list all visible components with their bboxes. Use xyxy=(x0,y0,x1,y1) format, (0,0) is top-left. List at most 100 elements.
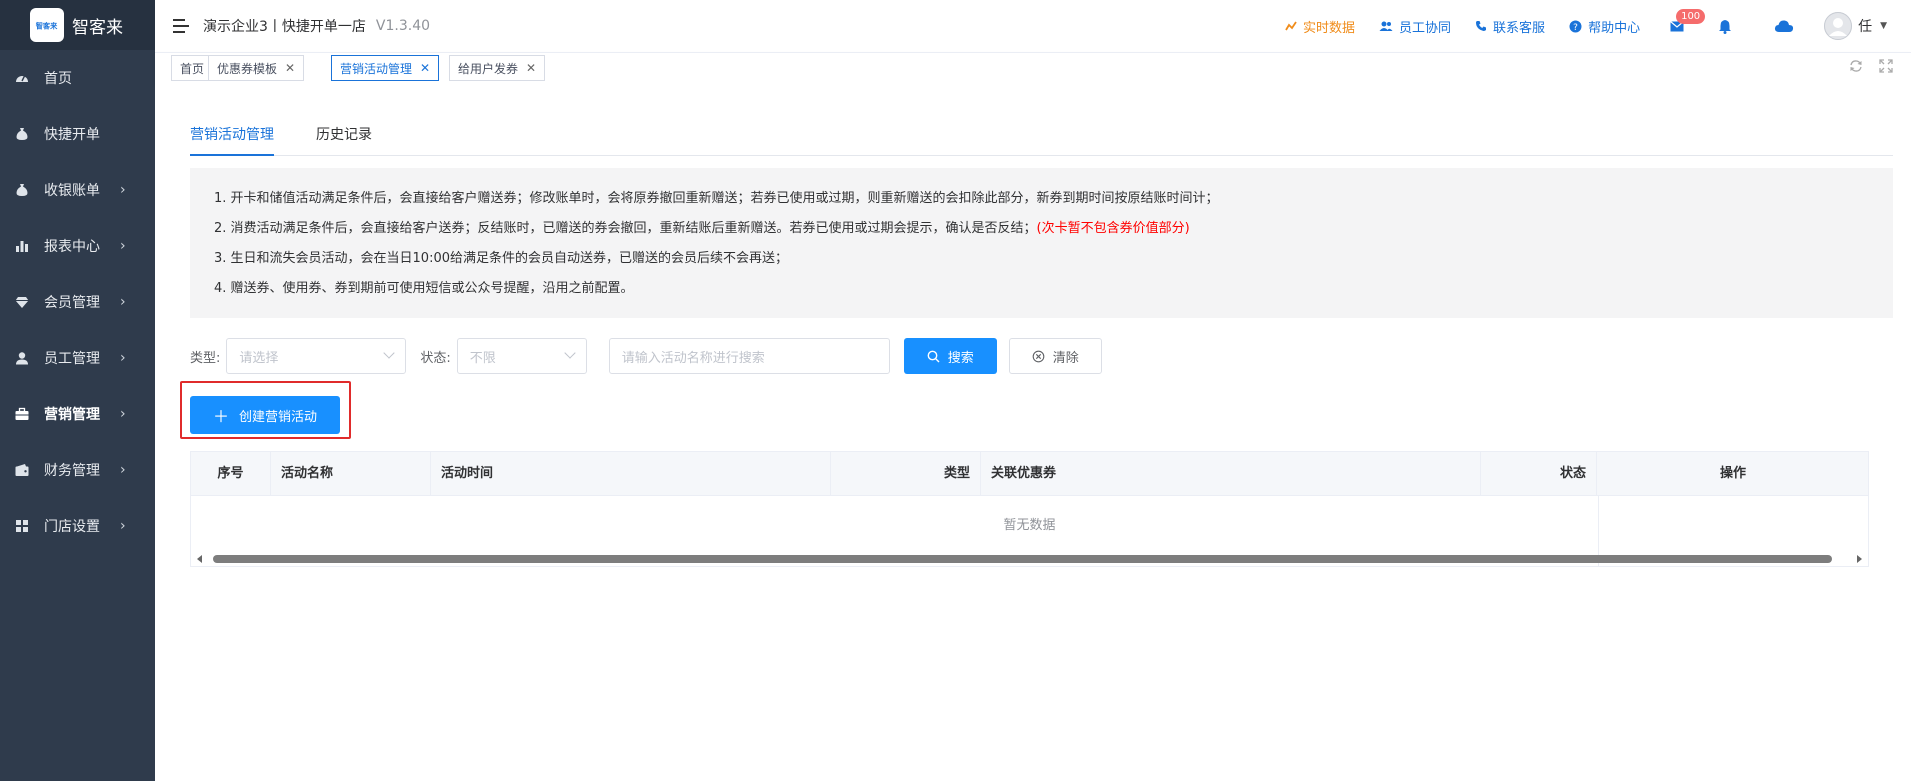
realtime-data-label: 实时数据 xyxy=(1303,20,1356,36)
search-button-label: 搜索 xyxy=(947,350,974,366)
chevron-down-icon xyxy=(383,347,396,359)
notice-line-3: 3. 生日和流失会员活动，会在当日10:00给满足条件的会员自动送券，已赠送的会… xyxy=(214,251,789,266)
create-campaign-label: 创建营销活动 xyxy=(239,409,318,425)
avatar xyxy=(1824,12,1853,40)
logo-badge-text: 智客来 xyxy=(36,22,58,31)
sidebar: 智客来 智客来 首页 快捷开单 收银账单 › 报表中心 › 会员管理 › 员工管理 › 营销管理 › 财… xyxy=(0,0,155,781)
tag-3[interactable]: 给用户发券 ✕ xyxy=(449,55,546,81)
tag-label: 营销活动管理 xyxy=(340,61,413,76)
avatar-user-icon xyxy=(1824,12,1853,40)
tag-1[interactable]: 优惠券模板 ✕ xyxy=(208,55,305,81)
cloud-button[interactable] xyxy=(1774,19,1794,33)
chevron-right-icon: › xyxy=(120,406,126,422)
sidebar-item-6[interactable]: 营销管理 › xyxy=(0,386,155,442)
table-horizontal-scrollbar[interactable] xyxy=(191,552,1868,566)
help-icon: ? xyxy=(1569,20,1582,33)
close-icon[interactable]: ✕ xyxy=(420,61,430,75)
type-label: 类型: xyxy=(190,350,221,366)
sidebar-item-2[interactable]: 收银账单 › xyxy=(0,162,155,218)
sidebar-item-7[interactable]: 财务管理 › xyxy=(0,442,155,498)
chevron-right-icon: › xyxy=(120,462,126,478)
chevron-right-icon: › xyxy=(120,238,126,254)
refresh-icon[interactable] xyxy=(1849,59,1863,77)
caret-down-icon: ▼ xyxy=(1880,21,1887,31)
type-select[interactable]: 请选择 xyxy=(226,338,407,374)
col-activity-name: 活动名称 xyxy=(271,452,431,496)
sidebar-item-label: 财务管理 xyxy=(44,463,100,479)
search-icon xyxy=(927,350,940,362)
sidebar-item-label: 收银账单 xyxy=(44,183,100,199)
contact-service-link[interactable]: 联系客服 xyxy=(1475,17,1545,36)
brand-logo[interactable]: 智客来 智客来 xyxy=(0,0,155,50)
help-center-link[interactable]: ? 帮助中心 xyxy=(1569,17,1640,36)
tab-history[interactable]: 历史记录 xyxy=(316,120,372,156)
money-bag-icon xyxy=(14,126,30,142)
menu-toggle-icon[interactable] xyxy=(173,19,189,33)
scrollbar-thumb[interactable] xyxy=(213,555,1832,563)
staff-collab-label: 员工协同 xyxy=(1399,20,1452,36)
sidebar-menu: 首页 快捷开单 收银账单 › 报表中心 › 会员管理 › 员工管理 › 营销管理 › 财务管理 › 门店设置… xyxy=(0,50,155,554)
notice-box: 1. 开卡和储值活动满足条件后，会直接给客户赠送券；修改账单时，会将原券撤回重新… xyxy=(190,168,1893,318)
sidebar-item-0[interactable]: 首页 xyxy=(0,50,155,106)
col-actions: 操作 xyxy=(1719,466,1746,481)
table-header: 序号 活动名称 活动时间 类型 关联优惠券 状态 操作 xyxy=(191,452,1868,496)
notice-line-2-text: 2. 消费活动满足条件后，会直接给客户送券；反结账时，已赠送的券会撤回，重新结账… xyxy=(214,221,1037,236)
sidebar-item-8[interactable]: 门店设置 › xyxy=(0,498,155,554)
status-select[interactable]: 不限 xyxy=(456,338,587,374)
bar-chart-icon xyxy=(14,238,30,254)
close-icon[interactable]: ✕ xyxy=(285,61,295,75)
sidebar-item-4[interactable]: 会员管理 › xyxy=(0,274,155,330)
tags-view-bar: 首页 优惠券模板 ✕ 营销活动管理 ✕ 给用户发券 ✕ xyxy=(155,52,1911,84)
chevron-down-icon xyxy=(564,347,576,359)
scroll-left-icon[interactable] xyxy=(197,555,202,563)
activity-search-input[interactable]: 请输入活动名称进行搜索 xyxy=(608,338,890,374)
money-bag-icon xyxy=(14,182,30,198)
sidebar-item-1[interactable]: 快捷开单 xyxy=(0,106,155,162)
chevron-right-icon: › xyxy=(120,294,126,310)
diamond-icon xyxy=(14,294,30,310)
tag-2[interactable]: 营销活动管理 ✕ xyxy=(331,55,440,81)
company-name: 演示企业3丨快捷开单一店 xyxy=(203,19,366,35)
sidebar-item-3[interactable]: 报表中心 › xyxy=(0,218,155,274)
svg-text:?: ? xyxy=(1573,23,1578,33)
mail-button[interactable]: 100 xyxy=(1670,8,1706,32)
col-coupons: 关联优惠券 xyxy=(981,452,1481,496)
notice-line-4: 4. 赠送券、使用券、券到期前可使用短信或公众号提醒，沿用之前配置。 xyxy=(214,281,634,296)
contact-service-label: 联系客服 xyxy=(1493,20,1546,36)
sidebar-item-label: 快捷开单 xyxy=(44,127,100,143)
notice-line-2: 2. 消费活动满足条件后，会直接给客户送券；反结账时，已赠送的券会撤回，重新结账… xyxy=(214,214,1869,244)
realtime-data-link[interactable]: 实时数据 xyxy=(1285,17,1355,36)
user-name: 任 xyxy=(1858,19,1873,35)
sidebar-item-5[interactable]: 员工管理 › xyxy=(0,330,155,386)
close-circle-icon xyxy=(1032,350,1045,362)
sidebar-item-label: 首页 xyxy=(44,71,72,87)
tab-marketing-activities[interactable]: 营销活动管理 xyxy=(190,120,274,156)
create-campaign-button[interactable]: ＋ 创建营销活动 xyxy=(190,396,340,434)
staff-collab-link[interactable]: 员工协同 xyxy=(1379,17,1451,36)
tag-0[interactable]: 首页 xyxy=(171,55,214,81)
clear-button[interactable]: 清除 xyxy=(1008,338,1102,374)
wallet-icon xyxy=(14,462,30,478)
cloud-icon xyxy=(1775,20,1794,32)
header-actions: 实时数据 员工协同 联系客服 ? 帮助中心 100 任 ▼ xyxy=(1261,0,1887,52)
sidebar-item-label: 营销管理 xyxy=(44,407,100,423)
app-version: V1.3.40 xyxy=(375,18,431,34)
bell-icon xyxy=(1719,19,1732,34)
search-button[interactable]: 搜索 xyxy=(903,338,997,374)
scroll-right-icon[interactable] xyxy=(1857,555,1862,563)
campaign-table: 序号 活动名称 活动时间 类型 关联优惠券 状态 操作 暂无数据 xyxy=(190,451,1869,567)
col-type: 类型 xyxy=(831,452,981,496)
user-menu[interactable]: 任 ▼ xyxy=(1824,12,1887,40)
sidebar-item-label: 员工管理 xyxy=(44,351,100,367)
notification-button[interactable] xyxy=(1718,19,1732,34)
content-tabs: 营销活动管理 历史记录 xyxy=(190,120,1893,156)
users-icon xyxy=(1379,21,1393,31)
sidebar-item-label: 门店设置 xyxy=(44,519,100,535)
col-activity-time: 活动时间 xyxy=(431,452,831,496)
status-select-value: 不限 xyxy=(469,350,496,366)
sidebar-item-label: 会员管理 xyxy=(44,295,100,311)
fullscreen-icon[interactable] xyxy=(1879,59,1893,77)
col-status: 状态 xyxy=(1481,452,1597,496)
close-icon[interactable]: ✕ xyxy=(526,61,536,75)
notice-line-2-red: (次卡暂不包含券价值部分) xyxy=(1036,221,1190,236)
